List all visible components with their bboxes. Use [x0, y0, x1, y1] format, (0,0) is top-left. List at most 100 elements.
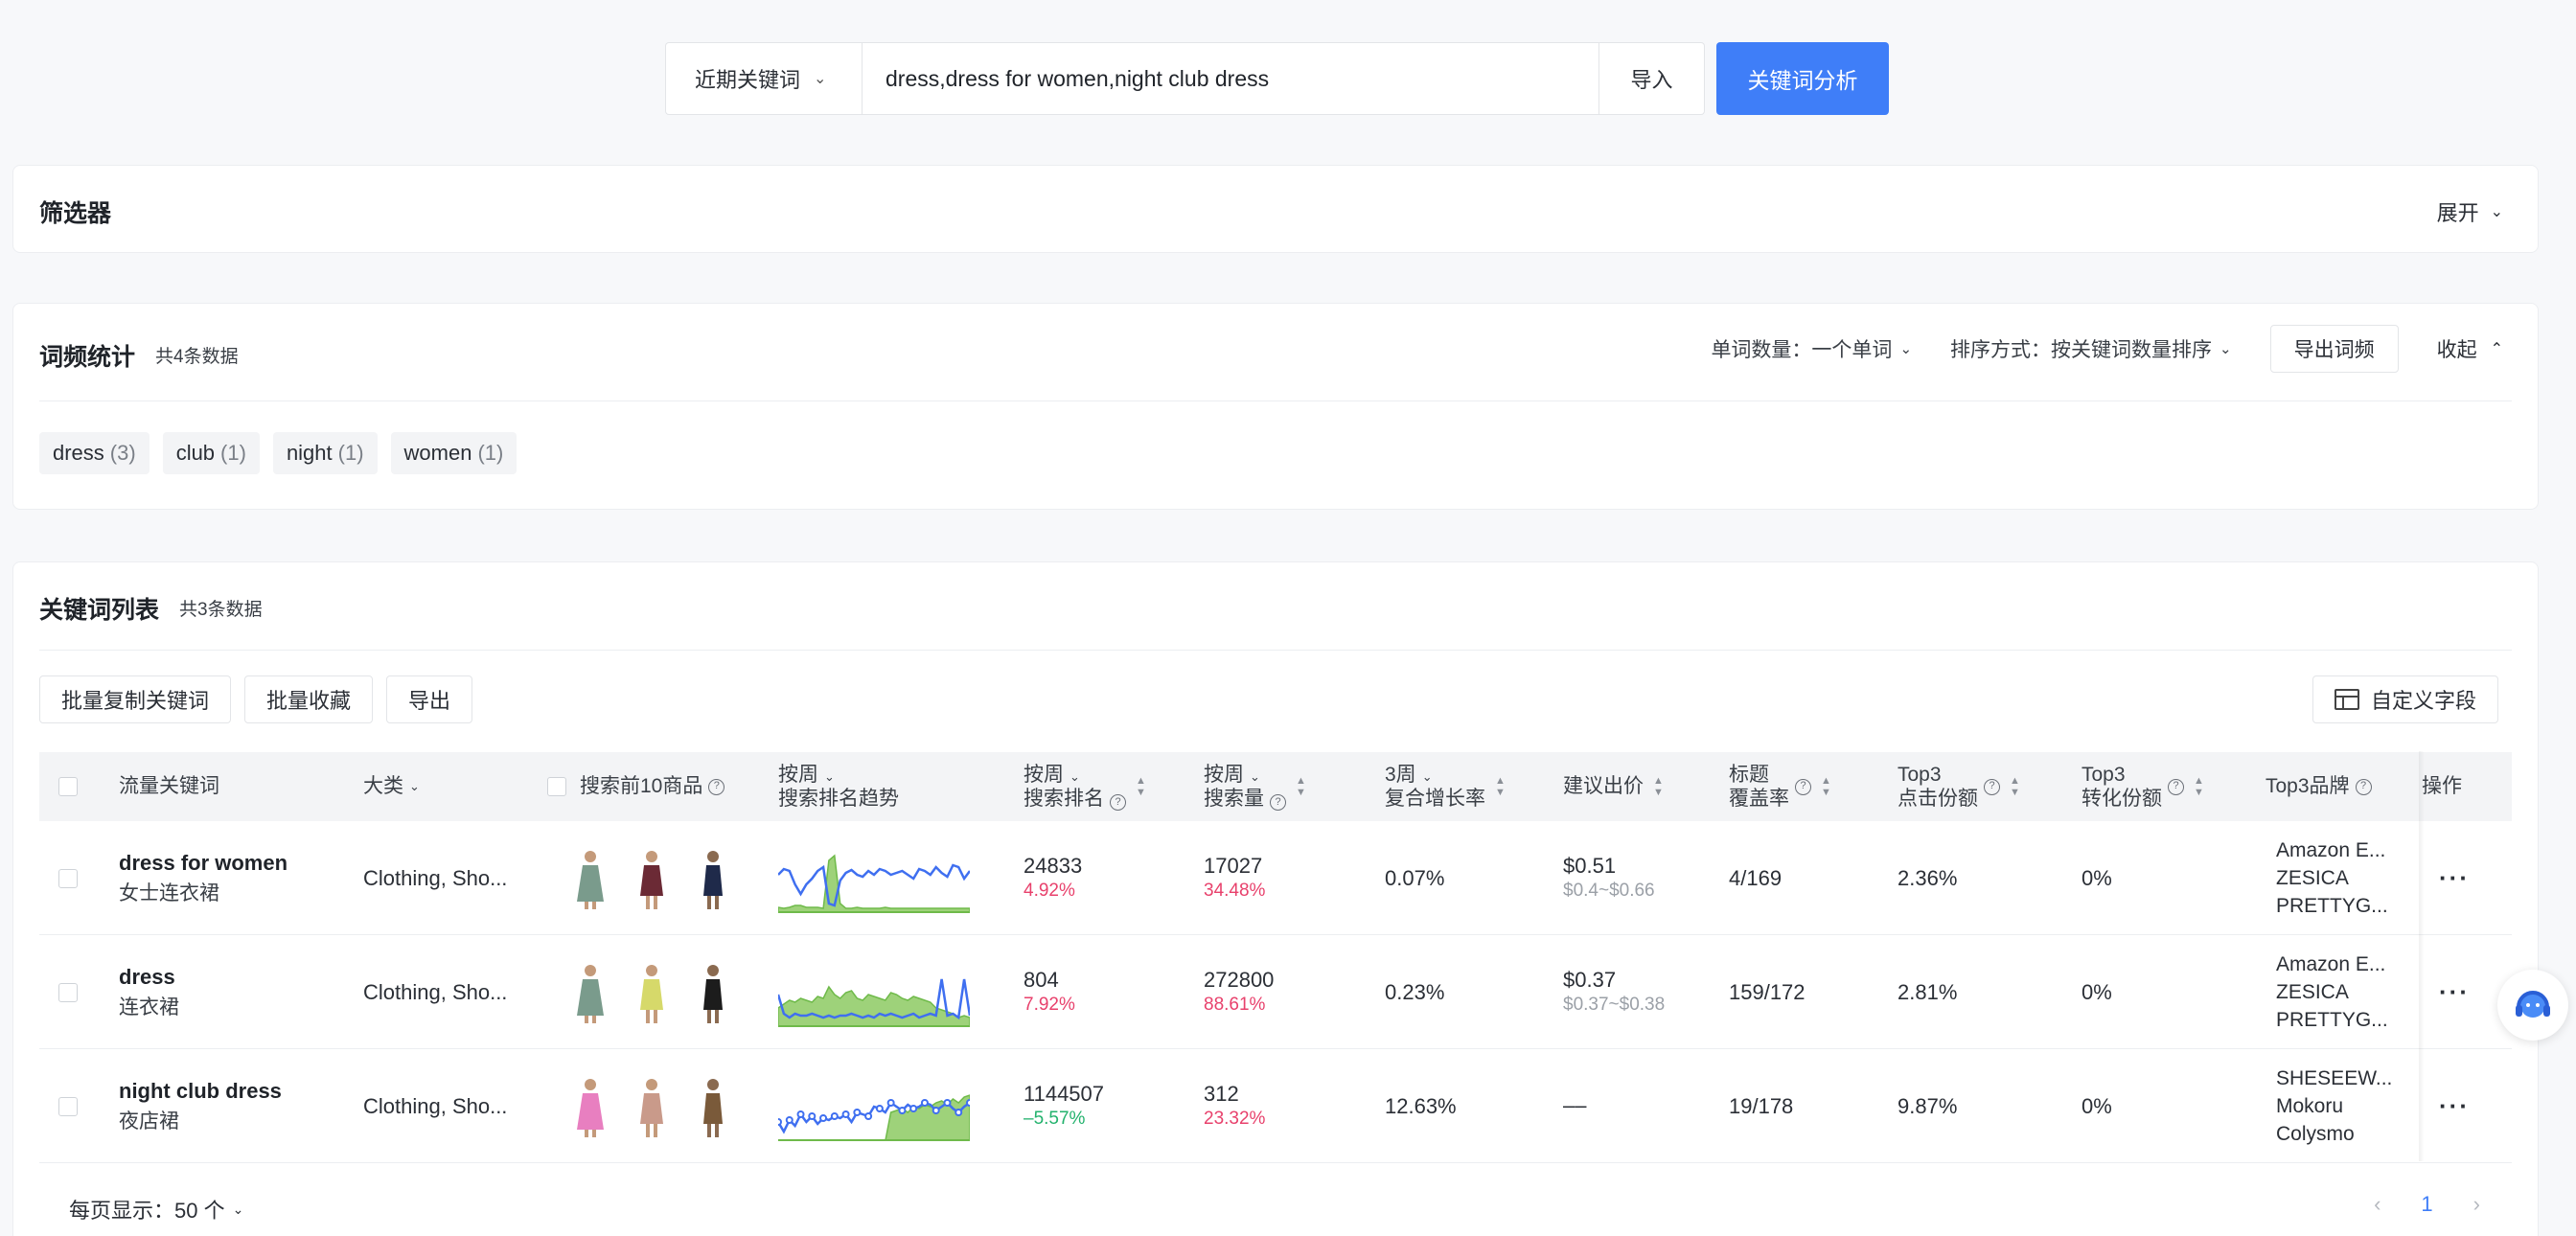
col-conv-share[interactable]: Top3 转化份额 ? ▲ ▼ — [2082, 752, 2204, 821]
export-button[interactable]: 导出 — [386, 675, 473, 723]
help-icon[interactable]: ? — [1270, 794, 1286, 812]
table-icon — [2334, 689, 2359, 710]
keyword-search-input[interactable] — [862, 42, 1599, 115]
tag-count: (1) — [220, 441, 246, 465]
col-growth-label: 复合增长率 — [1385, 788, 1485, 810]
brand-name[interactable]: SHESEEW... — [2276, 1064, 2392, 1092]
product-thumbnail[interactable] — [694, 848, 732, 909]
help-icon[interactable]: ? — [2355, 778, 2372, 795]
product-thumbnail[interactable] — [571, 1076, 610, 1137]
export-frequency-button[interactable]: 导出词频 — [2269, 325, 2399, 373]
more-actions-icon[interactable]: ··· — [2439, 1091, 2470, 1121]
col-growth[interactable]: 3周 ⌄ 复合增长率 ▲ ▼ — [1385, 752, 1506, 821]
help-icon[interactable]: ? — [2168, 778, 2184, 795]
product-thumbnail[interactable] — [632, 962, 671, 1023]
page-number[interactable]: 1 — [2421, 1192, 2432, 1217]
rank-trend-sparkline[interactable] — [778, 1072, 970, 1141]
rank-point — [966, 1098, 970, 1107]
rank-point — [841, 1110, 850, 1118]
prev-page-icon[interactable]: ‹ — [2374, 1192, 2380, 1217]
rank-point — [954, 1108, 963, 1116]
keyword-text[interactable]: night club dress — [119, 1078, 282, 1106]
col-top10-label: 搜索前10商品 — [580, 775, 703, 798]
word-tag[interactable]: club (1) — [162, 432, 260, 474]
rank-point — [932, 1106, 940, 1114]
col-category[interactable]: 大类 ⌄ — [363, 752, 420, 821]
top10-checkbox[interactable] — [547, 777, 566, 796]
col-click-label-b: 点击份额 — [1898, 788, 1978, 810]
next-page-icon[interactable]: › — [2473, 1192, 2480, 1217]
batch-favorite-button[interactable]: 批量收藏 — [244, 675, 374, 723]
keyword-translation: 女士连衣裙 — [119, 882, 219, 905]
rank-point — [808, 1111, 816, 1120]
sort-select[interactable]: 排序方式：按关键词数量排序 ⌄ — [1950, 334, 2232, 363]
volume-change: 23.32% — [1204, 1109, 1266, 1130]
help-icon[interactable]: ? — [708, 778, 725, 795]
page-size-select[interactable]: 每页显示：50 个 ⌄ — [69, 1194, 243, 1225]
help-icon[interactable]: ? — [1795, 778, 1811, 795]
col-bid-label: 建议出价 — [1563, 775, 1644, 798]
keyword-text[interactable]: dress for women — [119, 850, 288, 878]
product-thumbnail[interactable] — [571, 962, 610, 1023]
product-thumbnail[interactable] — [571, 848, 610, 909]
brand-name[interactable]: Amazon E... — [2276, 836, 2388, 864]
more-actions-icon[interactable]: ··· — [2439, 977, 2470, 1007]
collapse-button[interactable]: 收起 ⌃ — [2437, 334, 2503, 363]
sort-icon[interactable]: ▲ ▼ — [1136, 775, 1146, 798]
divider — [39, 650, 2512, 651]
product-thumbnail[interactable] — [632, 1076, 671, 1137]
help-icon[interactable]: ? — [1984, 778, 2000, 795]
select-all-checkbox[interactable] — [58, 777, 78, 796]
brand-name[interactable]: Mokoru — [2276, 1092, 2392, 1120]
word-tag[interactable]: dress (3) — [39, 432, 150, 474]
brand-name[interactable]: PRETTYG... — [2276, 1006, 2388, 1034]
rank-point — [886, 1098, 895, 1107]
sort-icon[interactable]: ▲ ▼ — [1495, 775, 1506, 798]
filter-title: 筛选器 — [39, 200, 112, 227]
word-tag[interactable]: women (1) — [390, 432, 518, 474]
sort-icon[interactable]: ▲ ▼ — [2194, 775, 2204, 798]
sort-icon[interactable]: ▲ ▼ — [2010, 775, 2020, 798]
product-thumbnail[interactable] — [694, 1076, 732, 1137]
col-click-share[interactable]: Top3 点击份额 ? ▲ ▼ — [1898, 752, 2020, 821]
product-thumbnail[interactable] — [632, 848, 671, 909]
sort-icon[interactable]: ▲ ▼ — [1296, 775, 1306, 798]
brand-name[interactable]: ZESICA — [2276, 864, 2388, 892]
product-thumbnail[interactable] — [694, 962, 732, 1023]
word-count-select[interactable]: 单词数量：一个单词 ⌄ — [1711, 334, 1912, 363]
more-actions-icon[interactable]: ··· — [2439, 863, 2470, 893]
keyword-analyze-button[interactable]: 关键词分析 — [1716, 42, 1889, 115]
rank-point — [796, 1110, 805, 1118]
row-checkbox[interactable] — [58, 868, 78, 888]
row-checkbox[interactable] — [58, 1096, 78, 1116]
brand-name[interactable]: ZESICA — [2276, 978, 2388, 1006]
title-coverage-value: 4/169 — [1729, 865, 1782, 890]
rank-trend-sparkline[interactable] — [778, 844, 970, 913]
rank-trend-sparkline[interactable] — [778, 958, 970, 1027]
col-volume[interactable]: 按周 ⌄ 搜索量? ▲ ▼ — [1204, 752, 1306, 821]
recent-keywords-select[interactable]: 近期关键词 ⌄ — [665, 42, 862, 115]
expand-button[interactable]: 展开 ⌄ — [2437, 196, 2503, 227]
word-tag[interactable]: night (1) — [272, 432, 378, 474]
rank-point — [943, 1098, 952, 1107]
col-bid[interactable]: 建议出价 ▲ ▼ — [1563, 752, 1664, 821]
custom-fields-button[interactable]: 自定义字段 — [2312, 675, 2498, 723]
keyword-text[interactable]: dress — [119, 964, 179, 992]
click-share-value: 2.36% — [1898, 865, 1958, 890]
sort-icon[interactable]: ▲ ▼ — [1653, 775, 1664, 798]
row-checkbox[interactable] — [58, 982, 78, 1002]
col-title-coverage[interactable]: 标题 覆盖率 ? ▲ ▼ — [1729, 752, 1831, 821]
col-brand-label: Top3品牌 — [2266, 775, 2350, 798]
col-trend[interactable]: 按周 ⌄ 搜索排名趋势 — [778, 752, 899, 821]
col-rank[interactable]: 按周 ⌄ 搜索排名? ▲ ▼ — [1024, 752, 1146, 821]
sort-icon[interactable]: ▲ ▼ — [1821, 775, 1831, 798]
customer-support-button[interactable] — [2497, 970, 2568, 1041]
brand-name[interactable]: Amazon E... — [2276, 950, 2388, 978]
batch-copy-button[interactable]: 批量复制关键词 — [39, 675, 232, 723]
help-icon[interactable]: ? — [1110, 794, 1126, 812]
col-ops: 操作 — [2422, 775, 2462, 798]
brand-name[interactable]: PRETTYG... — [2276, 892, 2388, 920]
import-button[interactable]: 导入 — [1599, 42, 1705, 115]
chevron-down-icon: ⌄ — [824, 768, 835, 784]
brand-name[interactable]: Colysmo — [2276, 1120, 2392, 1148]
